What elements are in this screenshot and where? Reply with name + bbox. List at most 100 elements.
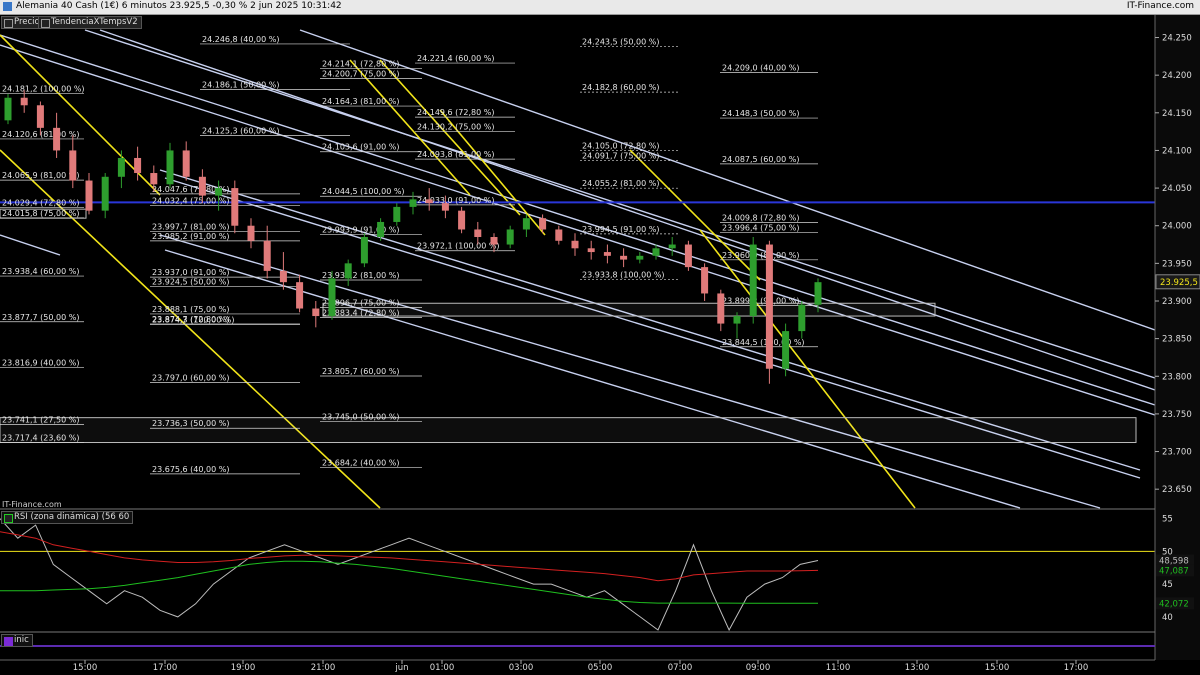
y-tick-label: 23.900 (1162, 297, 1192, 307)
candle-body (296, 282, 304, 309)
inic-legend-label: inic (14, 635, 29, 645)
x-tick-label: 05:00 (588, 663, 613, 673)
candle-body (571, 240, 579, 249)
fib-level-label: 23.844,5 (100,00 %) (722, 338, 805, 347)
price-chart[interactable]: 24.246,8 (40,00 %) 24.186,1 (50,00 %) 24.1… (0, 0, 1200, 675)
candle-body (409, 199, 417, 207)
candle-body (506, 229, 514, 245)
x-tick-label: 17:00 (153, 663, 178, 673)
rsi-legend-item[interactable]: RSI (zona dinámica) (56 60 (1, 511, 134, 524)
zone-box (322, 302, 936, 317)
fib-level-label: 23.972,1 (100,00 %) (417, 242, 500, 251)
fib-level-label: 23.717,4 (23,60 %) (2, 433, 79, 442)
fib-level-label: 24.091,7 (75,00 %) (582, 152, 659, 161)
y-tick-label: 23.850 (1162, 335, 1192, 345)
fib-level-label: 24.103,6 (91,00 %) (322, 143, 399, 152)
y-tick-label: 23.950 (1162, 259, 1192, 269)
candle-body (69, 150, 77, 181)
fib-level-label: 23.985,2 (91,00 %) (152, 232, 229, 241)
trend-line-white (0, 234, 61, 256)
candle-body (215, 188, 223, 196)
fib-level-label: 24.093,8 (81,00 %) (417, 150, 494, 159)
x-tick-label: 07:00 (668, 663, 693, 673)
candle-body (150, 173, 158, 185)
inic-legend-item[interactable]: inic (1, 634, 33, 647)
candle-body (328, 278, 336, 317)
y-tick-label: 23.800 (1162, 372, 1192, 382)
x-tick-label: 15:00 (985, 663, 1010, 673)
candle-body (749, 244, 757, 317)
fib-level-label: 23.924,5 (50,00 %) (152, 278, 229, 287)
fib-level-label: 24.032,4 (75,00 %) (152, 196, 229, 205)
fib-level-label: 23.938,4 (60,00 %) (2, 267, 79, 276)
fib-level-label: 23.888,1 (75,00 %) (152, 305, 229, 314)
fib-level-label: 24.130,2 (75,00 %) (417, 123, 494, 132)
candle-body (717, 293, 725, 324)
candle-body (798, 304, 806, 332)
fib-level-label: 23.899,2 (91,00 %) (722, 297, 799, 306)
fib-level-label: 23.675,6 (40,00 %) (152, 465, 229, 474)
fib-level-label: 23.805,7 (60,00 %) (322, 367, 399, 376)
candle-body (20, 97, 28, 106)
candle-body (441, 203, 449, 211)
y-tick-label: 24.250 (1162, 34, 1192, 44)
candles (4, 90, 822, 384)
fib-level-label: 23.877,7 (50,00 %) (2, 313, 79, 322)
rsi-value-label: 42,072 (1159, 599, 1189, 609)
candle-body (701, 267, 709, 294)
fib-level-label: 23.937,0 (91,00 %) (152, 268, 229, 277)
candle-body (53, 127, 61, 151)
candle-body (344, 263, 352, 279)
candle-body (231, 188, 239, 226)
candle-body (782, 331, 790, 369)
candle-body (620, 255, 628, 260)
candle-body (360, 237, 368, 264)
fib-level-label: 23.994,5 (91,00 %) (582, 225, 659, 234)
candle-body (636, 255, 644, 260)
candle-body (85, 180, 93, 211)
candle-body (555, 229, 563, 241)
fib-level-label: 24.148,3 (50,00 %) (722, 109, 799, 118)
y-tick-label: 24.100 (1162, 146, 1192, 156)
candle-body (668, 244, 676, 249)
candle-body (425, 199, 433, 204)
x-tick-label: jun (394, 663, 408, 673)
candle-body (247, 225, 255, 241)
candle-body (182, 150, 190, 177)
fib-level-label: 23.993,9 (91,00 %) (322, 225, 399, 234)
candle-body (377, 221, 385, 238)
fib-level-label: 23.874,3 (100,00 %) (152, 315, 235, 324)
fib-level-label: 23.797,0 (60,00 %) (152, 374, 229, 383)
x-tick-label: 15:00 (73, 663, 98, 673)
fib-level-label: 24.243,5 (50,00 %) (582, 37, 659, 46)
fib-level-label: 23.736,3 (50,00 %) (152, 419, 229, 428)
candle-body (474, 229, 482, 238)
fib-level-label: 24.221,4 (60,00 %) (417, 54, 494, 63)
fib-level-label: 24.186,1 (50,00 %) (202, 81, 279, 90)
candle-body (312, 308, 320, 317)
fib-level-label: 23.741,1 (27,50 %) (2, 416, 79, 425)
rsi-y-tick-label: 40 (1162, 613, 1173, 623)
candle-body (393, 206, 401, 222)
rsi-series-lower (0, 560, 818, 604)
fib-level-label: 24.055,2 (81,00 %) (582, 179, 659, 188)
last-price-label: 23.925,5 (1160, 278, 1198, 288)
x-tick-label: 11:00 (826, 663, 851, 673)
candle-body (36, 105, 44, 128)
fib-level-label: 24.214,1 (72,80 %) (322, 60, 399, 69)
fib-level-label: 23.933,8 (100,00 %) (582, 271, 665, 280)
fib-level-label: 24.029,4 (72,80 %) (2, 199, 79, 208)
fib-level-label: 24.044,5 (100,00 %) (322, 187, 405, 196)
trend-line-white (299, 29, 1156, 331)
candle-body (522, 218, 530, 230)
fib-level-label: 24.209,0 (40,00 %) (722, 63, 799, 72)
x-tick-label: 17:00 (1064, 663, 1089, 673)
candle-body (4, 97, 12, 121)
y-tick-label: 24.150 (1162, 109, 1192, 119)
rsi-legend-icon (4, 514, 13, 523)
y-tick-label: 24.000 (1162, 222, 1192, 232)
candle-body (279, 270, 287, 283)
fib-level-label: 24.246,8 (40,00 %) (202, 35, 279, 44)
rsi-y-tick-label: 45 (1162, 580, 1173, 590)
candle-body (587, 248, 595, 253)
